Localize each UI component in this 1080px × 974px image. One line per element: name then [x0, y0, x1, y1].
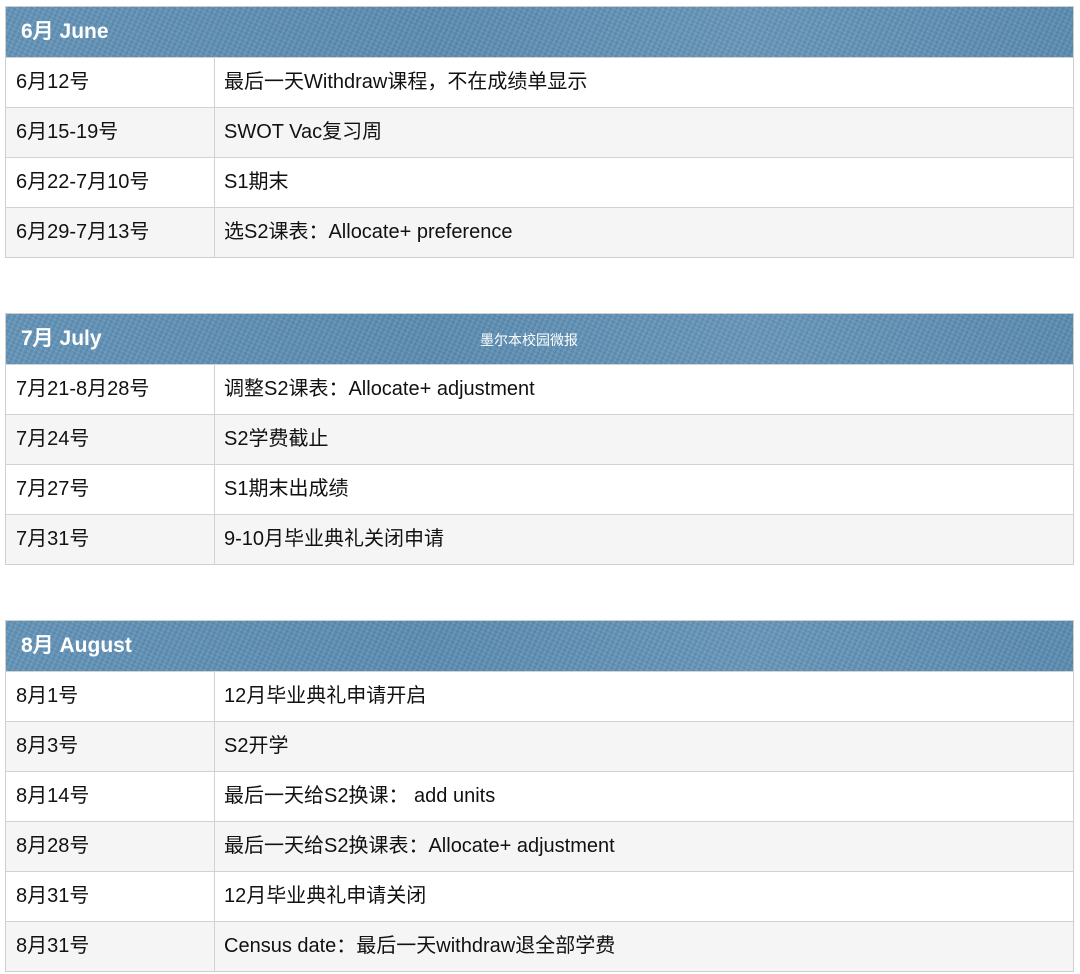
event-cell: SWOT Vac复习周: [224, 121, 383, 143]
month-header: 6月 June: [6, 7, 1073, 57]
table-row: 8月3号 S2开学: [6, 721, 1073, 771]
date-cell: 8月1号: [6, 672, 215, 721]
event-cell: 最后一天给S2换课： add units: [224, 785, 496, 807]
date-cell: 8月14号: [6, 772, 215, 821]
date-cell: 7月21-8月28号: [6, 365, 215, 414]
event-cell: 12月毕业典礼申请关闭: [224, 885, 427, 907]
date-cell: 7月27号: [6, 465, 215, 514]
event-cell: 最后一天给S2换课表：Allocate+ adjustment: [224, 835, 615, 857]
event-cell: S2学费截止: [224, 428, 329, 450]
watermark-text: 墨尔本校园微报: [480, 332, 578, 348]
event-cell: Census date：最后一天withdraw退全部学费: [224, 935, 616, 957]
event-cell: 选S2课表：Allocate+ preference: [224, 221, 513, 243]
month-header: 8月 August: [6, 621, 1073, 671]
date-cell: 6月12号: [6, 58, 215, 107]
event-cell: S1期末出成绩: [224, 478, 349, 500]
date-cell: 7月24号: [6, 415, 215, 464]
month-header: 7月 July 墨尔本校园微报: [6, 314, 1073, 364]
month-table-august: 8月 August 8月1号 12月毕业典礼申请开启 8月3号 S2开学 8月1…: [5, 620, 1074, 972]
date-cell: 8月28号: [6, 822, 215, 871]
event-cell: 最后一天Withdraw课程，不在成绩单显示: [224, 71, 588, 93]
table-row: 6月29-7月13号 选S2课表：Allocate+ preference: [6, 207, 1073, 257]
table-row: 6月12号 最后一天Withdraw课程，不在成绩单显示: [6, 57, 1073, 107]
month-table-july: 7月 July 墨尔本校园微报 7月21-8月28号 调整S2课表：Alloca…: [5, 313, 1074, 565]
table-row: 8月1号 12月毕业典礼申请开启: [6, 671, 1073, 721]
date-cell: 7月31号: [6, 515, 215, 564]
event-cell: 12月毕业典礼申请开启: [224, 685, 427, 707]
table-row: 7月31号 9-10月毕业典礼关闭申请: [6, 514, 1073, 564]
event-cell: 9-10月毕业典礼关闭申请: [224, 528, 445, 550]
table-row: 7月21-8月28号 调整S2课表：Allocate+ adjustment: [6, 364, 1073, 414]
date-cell: 8月31号: [6, 872, 215, 921]
month-title: 7月 July: [21, 327, 102, 350]
month-title: 8月 August: [21, 634, 132, 657]
date-cell: 6月22-7月10号: [6, 158, 215, 207]
event-cell: S2开学: [224, 735, 289, 757]
table-row: 7月27号 S1期末出成绩: [6, 464, 1073, 514]
date-cell: 6月29-7月13号: [6, 208, 215, 257]
date-cell: 8月31号: [6, 922, 215, 971]
table-row: 8月31号 Census date：最后一天withdraw退全部学费: [6, 921, 1073, 971]
date-cell: 8月3号: [6, 722, 215, 771]
table-row: 8月14号 最后一天给S2换课： add units: [6, 771, 1073, 821]
table-row: 6月22-7月10号 S1期末: [6, 157, 1073, 207]
event-cell: S1期末: [224, 171, 289, 193]
event-cell: 调整S2课表：Allocate+ adjustment: [224, 378, 535, 400]
table-row: 8月28号 最后一天给S2换课表：Allocate+ adjustment: [6, 821, 1073, 871]
month-title: 6月 June: [21, 20, 109, 43]
table-row: 8月31号 12月毕业典礼申请关闭: [6, 871, 1073, 921]
table-row: 7月24号 S2学费截止: [6, 414, 1073, 464]
date-cell: 6月15-19号: [6, 108, 215, 157]
month-table-june: 6月 June 6月12号 最后一天Withdraw课程，不在成绩单显示 6月1…: [5, 6, 1074, 258]
table-row: 6月15-19号 SWOT Vac复习周: [6, 107, 1073, 157]
